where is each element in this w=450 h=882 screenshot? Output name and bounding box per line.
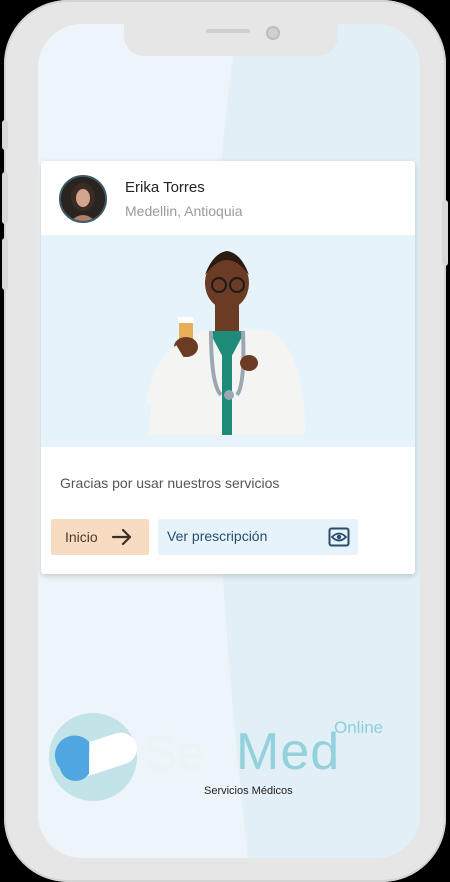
volume-button <box>2 238 8 290</box>
power-button <box>442 200 448 266</box>
brand-online: Online <box>334 718 384 737</box>
volume-button <box>2 120 8 150</box>
phone-frame: Erika Torres Medellin, Antioquia Gracias… <box>2 0 448 882</box>
front-camera <box>266 26 280 40</box>
brand-name-med: Med <box>236 723 341 781</box>
profile-card: Erika Torres Medellin, Antioquia Gracias… <box>41 161 415 574</box>
volume-button <box>2 172 8 224</box>
notch <box>124 24 338 56</box>
home-button[interactable]: Inicio <box>51 519 149 555</box>
avatar[interactable] <box>59 175 107 223</box>
view-prescription-label: Ver prescripción <box>167 528 268 544</box>
home-button-label: Inicio <box>65 529 98 545</box>
semed-logo-pill <box>49 713 137 801</box>
user-location: Medellin, Antioquia <box>125 203 243 219</box>
brand-subtitle: Servicios Médicos <box>204 785 293 797</box>
phone-screen: Erika Torres Medellin, Antioquia Gracias… <box>38 24 420 858</box>
thanks-message: Gracias por usar nuestros servicios <box>60 475 280 491</box>
arrow-right-icon <box>111 528 132 546</box>
brand-name-se: Se <box>144 725 206 781</box>
speaker <box>206 29 250 33</box>
eye-icon <box>328 527 350 547</box>
doctor-illustration <box>41 235 415 447</box>
user-name: Erika Torres <box>125 179 205 196</box>
view-prescription-button[interactable]: Ver prescripción <box>158 519 358 555</box>
